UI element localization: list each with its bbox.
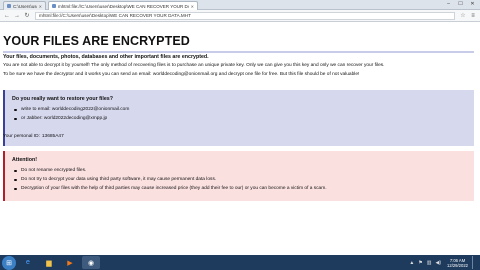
test-decrypt-paragraph: To be sure we have the decryptor and it … (3, 72, 360, 77)
bullet-icon (14, 178, 17, 181)
contact-email: write to email: worlddecoding2022@onionm… (21, 107, 130, 112)
bullet-icon (14, 169, 17, 172)
window-controls: – ☐ ✕ (444, 1, 477, 8)
url-input[interactable] (35, 11, 455, 20)
contact-list: write to email: worlddecoding2022@onionm… (12, 107, 467, 122)
page-icon (7, 4, 11, 8)
bullet-icon (14, 108, 17, 111)
personal-id-line: Your personal ID: 13685A47 (3, 134, 64, 139)
attention-box-title: Attention! (12, 157, 38, 163)
page-subheading: Your files, documents, photos, databases… (3, 54, 209, 60)
personal-id-value: 13685A47 (41, 134, 64, 139)
browser-tab-1[interactable]: C:\Users\user\Desktop\WE CAN RECOVER YOU… (3, 1, 46, 10)
list-item: Do not rename encrypted files. (12, 168, 467, 174)
page-title: YOUR FILES ARE ENCRYPTED (3, 34, 190, 48)
list-item: Do not try to decrypt your data using th… (12, 177, 467, 183)
file-explorer-icon[interactable]: ▆ (40, 256, 58, 269)
address-bar: ← → ↻ ☆ ≡ (0, 10, 480, 22)
flag-icon[interactable]: ⚑ (418, 260, 422, 266)
contact-box: Do you really want to restore your files… (3, 90, 474, 146)
browser-tab-2[interactable]: mhtml:file://C:\Users\user\Desktop\WE CA… (48, 1, 198, 10)
taskbar: ⊞ e ▆ ▶ ◉ ▲ ⚑ ▥ ◀) 7:06 AM 12/29/2022 (0, 255, 480, 270)
internet-explorer-icon[interactable]: e (19, 256, 37, 269)
menu-icon[interactable]: ≡ (469, 12, 477, 20)
close-window-icon[interactable]: ✕ (468, 1, 477, 8)
intro-paragraph: You are not able to decrypt it by yourse… (3, 63, 385, 68)
minimize-icon[interactable]: – (444, 1, 453, 8)
bullet-icon (14, 117, 17, 120)
back-arrow-icon[interactable]: ← (3, 12, 11, 20)
screen: C:\Users\user\Desktop\WE CAN RECOVER YOU… (0, 0, 480, 270)
system-tray: ▲ ⚑ ▥ ◀) 7:06 AM 12/29/2022 (405, 256, 476, 269)
list-item: write to email: worlddecoding2022@onionm… (12, 107, 467, 113)
network-icon[interactable]: ▥ (427, 260, 432, 266)
volume-icon[interactable]: ◀) (436, 260, 442, 266)
list-item: Decryption of your files with the help o… (12, 186, 467, 192)
list-item: or Jabber: world2022decoding@xmpp.jp (12, 116, 467, 122)
title-divider (3, 51, 474, 53)
contact-box-title: Do you really want to restore your files… (12, 96, 113, 102)
browser-tab-bar: C:\Users\user\Desktop\WE CAN RECOVER YOU… (0, 0, 480, 10)
show-desktop-button[interactable] (472, 256, 476, 269)
attention-list: Do not rename encrypted files. Do not tr… (12, 168, 467, 192)
tab-title: mhtml:file://C:\Users\user\Desktop\WE CA… (58, 3, 189, 9)
start-button[interactable]: ⊞ (2, 255, 16, 270)
attention-item: Decryption of your files with the help o… (21, 186, 327, 191)
clock-date: 12/29/2022 (447, 262, 468, 268)
contact-jabber: or Jabber: world2022decoding@xmpp.jp (21, 116, 108, 121)
show-hidden-icons-icon[interactable]: ▲ (409, 260, 414, 266)
close-tab-icon[interactable]: ✕ (191, 4, 194, 9)
attention-box: Attention! Do not rename encrypted files… (3, 151, 474, 201)
maximize-icon[interactable]: ☐ (456, 1, 465, 8)
close-tab-icon[interactable]: ✕ (39, 4, 42, 9)
personal-id-label: Your personal ID: (3, 134, 40, 139)
reload-icon[interactable]: ↻ (23, 12, 31, 20)
chrome-icon[interactable]: ◉ (82, 256, 100, 269)
ransom-note-page: YOUR FILES ARE ENCRYPTED Your files, doc… (0, 23, 480, 255)
page-icon (52, 4, 56, 8)
forward-arrow-icon[interactable]: → (13, 12, 21, 20)
tab-title: C:\Users\user\Desktop\WE CAN RECOVER YOU… (13, 3, 37, 9)
bullet-icon (14, 187, 17, 190)
star-icon[interactable]: ☆ (459, 12, 467, 20)
clock[interactable]: 7:06 AM 12/29/2022 (447, 258, 468, 268)
media-player-icon[interactable]: ▶ (61, 256, 79, 269)
attention-item: Do not try to decrypt your data using th… (21, 177, 217, 182)
attention-item: Do not rename encrypted files. (21, 168, 87, 173)
